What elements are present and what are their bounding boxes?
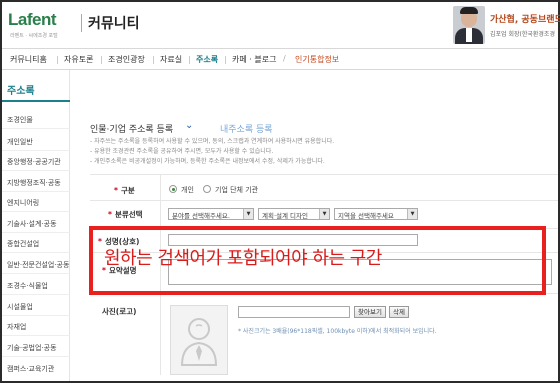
nav-divider bbox=[57, 56, 58, 64]
sidebar-item[interactable]: 시설물업 bbox=[7, 302, 33, 312]
person-placeholder-icon bbox=[180, 318, 218, 366]
sidebar-title: 주소록 bbox=[7, 86, 35, 97]
type-label: * 구분 bbox=[114, 185, 135, 196]
sidebar-divider bbox=[2, 191, 70, 192]
design-select-value: 계획·설계 디자인 bbox=[262, 212, 308, 220]
nav-item-free-discussion[interactable]: 자유토론 bbox=[64, 54, 93, 65]
chevron-down-icon[interactable]: ⌄ bbox=[185, 120, 193, 131]
sidebar-item[interactable]: 기술사·설계·공동 bbox=[7, 219, 57, 229]
promo-portrait-image[interactable] bbox=[453, 6, 485, 44]
sidebar-item[interactable]: 개인일반 bbox=[7, 137, 33, 147]
photo-preview bbox=[170, 305, 228, 375]
chevron-down-icon[interactable]: ▼ bbox=[243, 209, 253, 219]
nav-divider bbox=[153, 56, 154, 64]
sidebar-divider bbox=[2, 211, 70, 212]
top-nav: 커뮤니티홈 자유토론 조경인광장 자료실 주소록 카페 · 블로그 / 인기통합… bbox=[2, 48, 558, 70]
sidebar-item[interactable]: 지방행정조직·공동 bbox=[7, 178, 61, 188]
nav-item-archive[interactable]: 자료실 bbox=[160, 54, 182, 65]
sidebar: 주소록 조경인물 개인일반 중앙행정·공공기관 지방행정조직·공동 엔지니어링 … bbox=[2, 70, 70, 381]
sidebar-divider bbox=[2, 252, 70, 253]
chevron-down-icon[interactable]: ▼ bbox=[319, 209, 329, 219]
annotation-text: 원하는 검색어가 포함되어야 하는 구간 bbox=[104, 248, 382, 269]
sidebar-title-underline bbox=[2, 100, 70, 102]
header-divider bbox=[81, 14, 82, 32]
logo-subtitle: 라펜트 · 씨에조경 포털 bbox=[10, 33, 58, 39]
region-select[interactable]: 지역을 선택해주세요 ▼ bbox=[334, 208, 418, 220]
sidebar-item[interactable]: 조경인물 bbox=[7, 115, 33, 125]
nav-divider bbox=[225, 56, 226, 64]
field-select[interactable]: 분야를 선택해주세요. ▼ bbox=[168, 208, 254, 220]
page-section-title[interactable]: 커뮤니티 bbox=[88, 13, 140, 33]
radio-individual[interactable] bbox=[169, 185, 177, 193]
header: Lafent 라펜트 · 씨에조경 포털 커뮤니티 가산협, 공동브랜드 도 김… bbox=[2, 2, 560, 48]
sidebar-divider bbox=[2, 232, 70, 233]
nav-item-community-home[interactable]: 커뮤니티홈 bbox=[10, 54, 47, 65]
photo-size-note: * 사진크기는 3배율(96*118픽셀, 100kbyte 이하)에서 최적화… bbox=[238, 328, 437, 335]
nav-item-address-book[interactable]: 주소록 bbox=[196, 54, 218, 65]
sidebar-item[interactable]: 종합건설업 bbox=[7, 239, 39, 249]
sidebar-divider bbox=[2, 315, 70, 316]
radio-company-label[interactable]: 기업 단체 기관 bbox=[215, 185, 258, 195]
sidebar-item[interactable]: 조경수·식물업 bbox=[7, 281, 48, 291]
help-note: - 자주쓰는 주소록을 등록하여 사용할 수 있으며, 동의, 스크랩과 연계하… bbox=[90, 138, 335, 145]
sidebar-divider bbox=[2, 356, 70, 357]
sidebar-divider bbox=[2, 128, 70, 129]
sidebar-item[interactable]: 중앙행정·공공기관 bbox=[7, 157, 61, 167]
tab-my-address[interactable]: 내주소록 등록 bbox=[220, 122, 273, 135]
form-row-divider bbox=[90, 200, 558, 201]
type-label-text: 구분 bbox=[120, 186, 135, 195]
photo-file-input[interactable] bbox=[238, 306, 350, 318]
delete-button[interactable]: 삭제 bbox=[389, 306, 409, 318]
chevron-down-icon[interactable]: ▼ bbox=[407, 209, 417, 219]
sidebar-divider bbox=[2, 150, 70, 151]
sidebar-divider bbox=[2, 273, 70, 274]
radio-company[interactable] bbox=[203, 185, 211, 193]
sidebar-item[interactable]: 캠퍼스·교육기관 bbox=[7, 364, 54, 374]
sidebar-item[interactable]: 일반·전문건설업·공동 bbox=[7, 260, 69, 270]
promo-headline[interactable]: 가산협, 공동브랜드 도 bbox=[490, 12, 560, 25]
design-select[interactable]: 계획·설계 디자인 ▼ bbox=[258, 208, 330, 220]
region-select-value: 지역을 선택해주세요 bbox=[338, 212, 394, 220]
category-label-text: 분류선택 bbox=[114, 210, 143, 219]
help-note: - 개인주소록은 비공개설정이 가능하며, 등록한 주소록은 내정보에서 수정,… bbox=[90, 158, 325, 165]
photo-label: 사진(로고) bbox=[102, 307, 137, 316]
nav-divider bbox=[189, 56, 190, 64]
browse-button[interactable]: 찾아보기 bbox=[354, 306, 386, 318]
nav-divider bbox=[101, 56, 102, 64]
sidebar-item[interactable]: 엔지니어링 bbox=[7, 198, 39, 208]
sidebar-divider bbox=[2, 170, 70, 171]
nav-item-landscape-plaza[interactable]: 조경인광장 bbox=[108, 54, 145, 65]
sidebar-item[interactable]: 기술·공법업·공동 bbox=[7, 343, 57, 353]
help-note: - 유용한 조경관련 주소록을 공유하여 주시면, 모두가 사용할 수 있습니다… bbox=[90, 148, 274, 155]
sidebar-item[interactable]: 자재업 bbox=[7, 322, 26, 332]
radio-individual-label[interactable]: 개인 bbox=[181, 185, 194, 195]
nav-item-popular-info[interactable]: 인기통합정보 bbox=[295, 54, 339, 65]
promo-subline: 김포업 회장(한국환경조경 bbox=[490, 31, 555, 38]
site-logo[interactable]: Lafent bbox=[8, 10, 57, 30]
field-select-value: 분야를 선택해주세요. bbox=[172, 212, 230, 220]
sidebar-divider bbox=[2, 294, 70, 295]
required-star-icon: * bbox=[114, 186, 118, 195]
category-label: * 분류선택 bbox=[108, 209, 143, 220]
sidebar-divider bbox=[2, 335, 70, 336]
nav-slash-separator: / bbox=[283, 54, 286, 63]
nav-item-cafe-blog[interactable]: 카페 · 블로그 bbox=[232, 54, 276, 65]
tab-register-address[interactable]: 인물·기업 주소록 등록 bbox=[90, 122, 173, 135]
required-star-icon: * bbox=[108, 210, 112, 219]
